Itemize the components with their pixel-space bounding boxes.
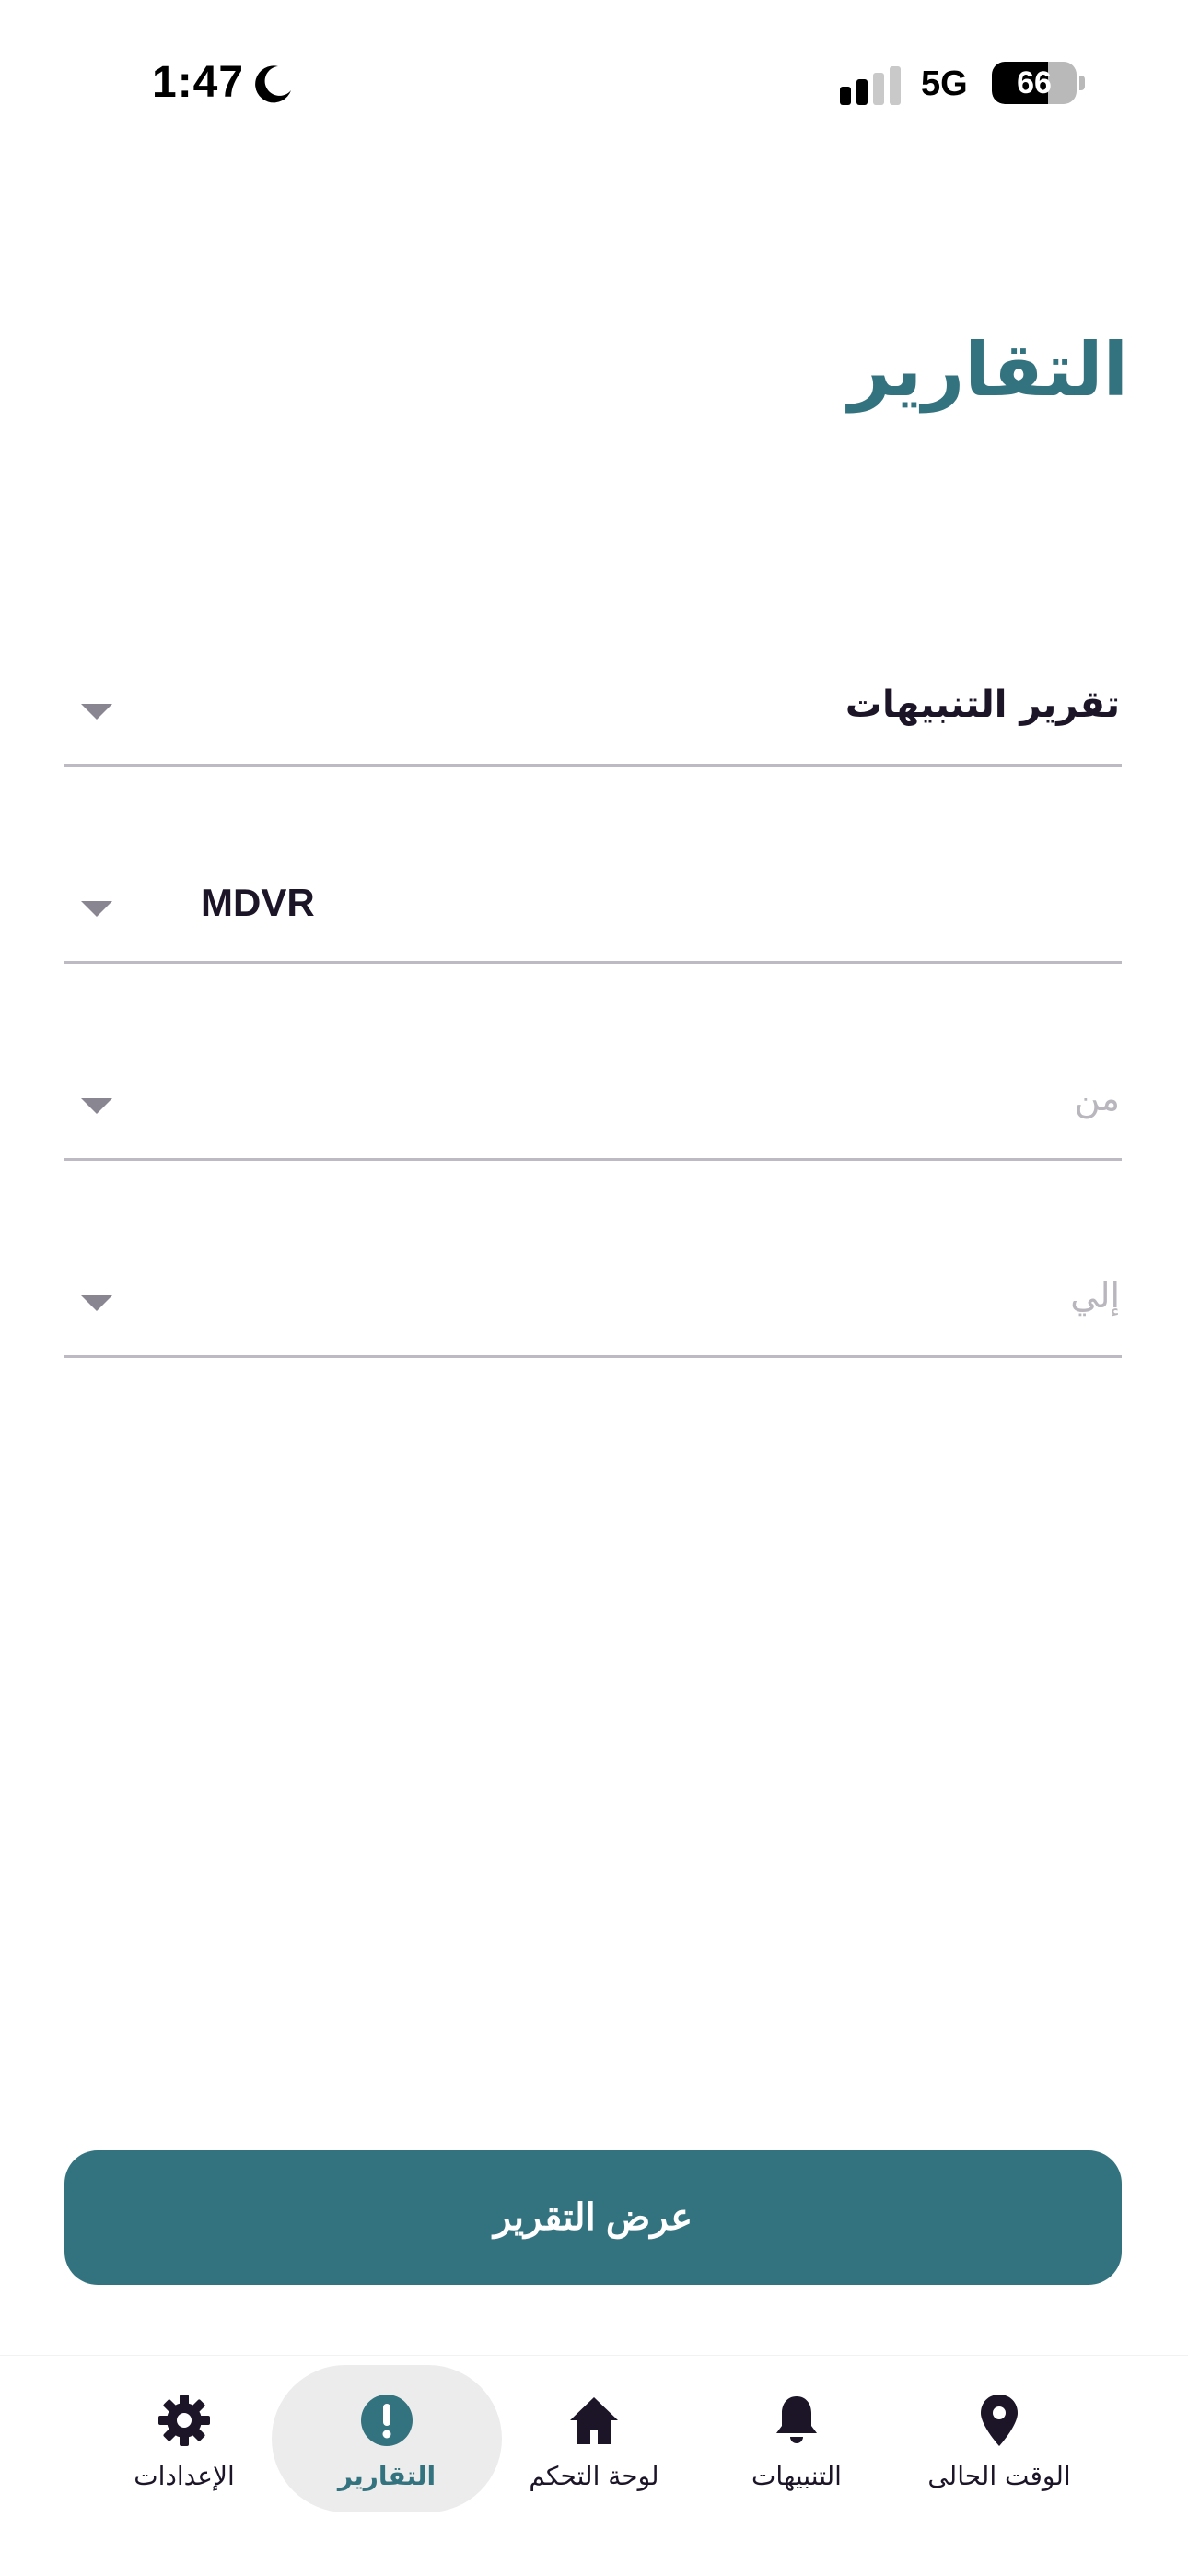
page-title: التقارير (848, 327, 1128, 413)
home-icon (570, 2397, 618, 2444)
from-date-field[interactable]: من (64, 1050, 1122, 1161)
battery-tip (1079, 76, 1085, 90)
nav-label-reports: التقارير (337, 2461, 437, 2491)
moon-icon (255, 65, 291, 103)
nav-item-reports[interactable]: التقارير (272, 2365, 502, 2512)
to-placeholder: إلي (1070, 1275, 1120, 1316)
nav-label-alerts: التنبيهات (751, 2461, 842, 2491)
report-type-value: تقرير التنبيهات (844, 684, 1120, 726)
exclamation-circle-icon (361, 2395, 413, 2446)
nav-label-dashboard: لوحة التحكم (529, 2461, 659, 2491)
reports-screen: 1:47 5G 66 التقارير تقرير التنبيهات MDVR… (0, 0, 1188, 2576)
report-type-dropdown[interactable]: تقرير التنبيهات (64, 656, 1122, 767)
chevron-down-icon (81, 1098, 112, 1114)
nav-item-current-location[interactable]: الوقت الحالى (884, 2365, 1114, 2512)
gear-icon (158, 2395, 210, 2446)
network-type: 5G (921, 64, 968, 103)
bell-icon (776, 2396, 817, 2443)
show-report-button[interactable]: عرض التقرير (64, 2150, 1122, 2285)
device-dropdown[interactable]: MDVR (64, 853, 1122, 964)
battery-icon: 66 (992, 62, 1077, 104)
show-report-label: عرض التقرير (493, 2197, 693, 2238)
chevron-down-icon (81, 704, 112, 720)
location-pin-icon (981, 2395, 1018, 2446)
status-time: 1:47 (152, 58, 245, 107)
nav-item-dashboard[interactable]: لوحة التحكم (479, 2365, 709, 2512)
from-placeholder: من (1074, 1078, 1120, 1118)
chevron-down-icon (81, 901, 112, 917)
nav-item-settings[interactable]: الإعدادات (69, 2365, 299, 2512)
nav-item-alerts[interactable]: التنبيهات (681, 2365, 912, 2512)
device-value: MDVR (201, 881, 315, 924)
nav-label-settings: الإعدادات (134, 2461, 235, 2491)
signal-icon (840, 66, 901, 105)
status-bar: 1:47 5G 66 (0, 0, 1188, 166)
nav-label-current-location: الوقت الحالى (927, 2461, 1071, 2491)
battery-level: 66 (1017, 65, 1052, 100)
to-date-field[interactable]: إلي (64, 1247, 1122, 1358)
bottom-nav: الإعدادات التقارير لوحة التحكم التنبيهات (0, 2355, 1188, 2576)
chevron-down-icon (81, 1295, 112, 1311)
